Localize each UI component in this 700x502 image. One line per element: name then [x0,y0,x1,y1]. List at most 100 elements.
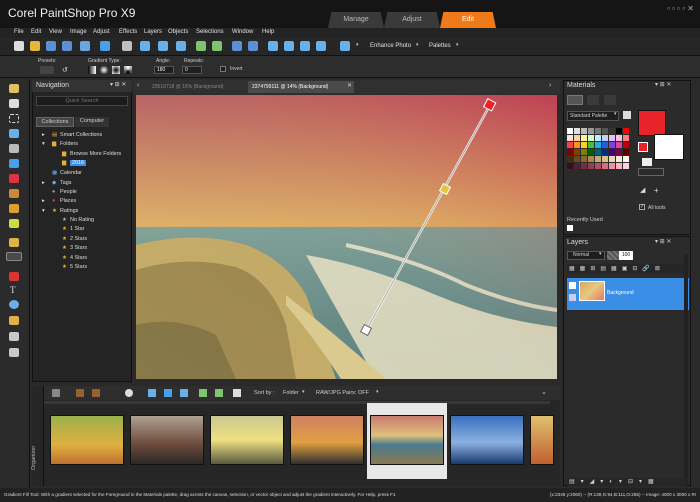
color-swatch[interactable] [616,163,622,169]
blend-dropdown-icon[interactable]: ▾ [599,251,602,257]
color-swatch[interactable] [567,128,573,134]
raw-jpg-pairs-toggle[interactable]: RAW/JPG Pairs: OFF [316,390,369,396]
crop-icon[interactable] [122,41,132,51]
color-swatch[interactable] [616,128,622,134]
resize-icon[interactable] [176,41,186,51]
menu-objects[interactable]: Objects [168,29,188,35]
tree-expander-icon[interactable]: ▸ [42,132,45,138]
color-swatch[interactable] [595,142,601,148]
invert-checkbox[interactable] [220,66,226,72]
color-swatch[interactable] [595,149,601,155]
organizer-share-icon[interactable] [164,389,172,397]
actual-size-icon[interactable] [316,41,326,51]
share-icon[interactable] [100,41,110,51]
copy-icon[interactable] [232,41,242,51]
thumbnail-4[interactable] [290,415,364,465]
crop-tool-icon[interactable] [9,144,19,153]
tree-smart-collections[interactable]: Smart Collections [60,132,102,138]
screenshot-icon[interactable] [340,41,350,51]
foreground-color-swatch[interactable] [638,110,666,136]
raw-pairs-dropdown-icon[interactable]: ▾ [376,389,379,395]
zoom-in-icon[interactable] [284,41,294,51]
color-swatch[interactable] [574,135,580,141]
color-swatch[interactable] [574,156,580,162]
tree-no-rating[interactable]: No Rating [70,217,94,223]
tree-places[interactable]: Places [60,198,76,204]
paint-brush-icon[interactable] [9,238,19,247]
color-swatch[interactable] [588,128,594,134]
rectangular-gradient-icon[interactable] [100,66,108,74]
menu-layers[interactable]: Layers [144,29,162,35]
color-swatch[interactable] [609,156,615,162]
opacity-input[interactable]: 100 [619,251,633,260]
palettes-dropdown-icon[interactable]: ▾ [456,42,459,48]
color-swatch[interactable] [623,163,629,169]
menu-adjust[interactable]: Adjust [93,29,110,35]
tree-ratings[interactable]: Ratings [60,208,78,214]
layers-toolbar-icons[interactable]: ▦▦⊞▤▦▣⊟🔗⊠ [569,265,665,272]
sort-by-dropdown[interactable]: Folder [283,390,299,396]
save-icon[interactable] [46,41,56,51]
tree-folder-2016[interactable]: 2016 [70,160,86,166]
tabs-right-arrow-icon[interactable]: › [549,82,551,89]
warp-brush-icon[interactable] [9,332,19,341]
organizer-brush2-icon[interactable] [92,389,100,397]
tab-computer[interactable]: Computer [75,117,109,127]
tree-1-star[interactable]: 1 Star [70,226,84,232]
color-swatch[interactable] [588,156,594,162]
color-swatch[interactable] [602,149,608,155]
tree-expander-icon[interactable]: ▾ [42,141,45,147]
organizer-brush-icon[interactable] [76,389,84,397]
open-folder-icon[interactable] [30,41,40,51]
flood-fill-tool-icon[interactable] [6,252,22,261]
frame-tab-icon[interactable] [567,95,583,105]
scratch-remover-icon[interactable] [9,219,19,228]
foreground-mini-swatch[interactable] [638,142,648,152]
color-swatch[interactable] [595,135,601,141]
tree-people[interactable]: People [60,189,77,195]
rotate-left-icon[interactable] [140,41,150,51]
color-swatch[interactable] [616,149,622,155]
color-swatch[interactable] [602,128,608,134]
color-swatch[interactable] [602,135,608,141]
color-swatch[interactable] [623,156,629,162]
layer-expand-icon[interactable] [569,294,576,301]
image-canvas[interactable] [136,95,557,379]
rainbow-tab-icon[interactable] [587,95,599,105]
color-swatch[interactable] [581,128,587,134]
clone-brush-icon[interactable] [9,204,19,213]
layers-scrollbar[interactable] [684,254,688,484]
organizer-rotate-left-icon[interactable] [199,389,207,397]
linear-gradient-icon[interactable] [88,66,96,74]
tree-tags[interactable]: Tags [60,180,71,186]
add-swatch-icon[interactable]: + [654,186,659,195]
organizer-scrollbar[interactable] [44,401,550,404]
layers-bottom-icons[interactable]: ▤▾◢▾◐▾⊟▾▦ [569,478,660,485]
color-swatch[interactable] [567,163,573,169]
paint-bucket-icon[interactable]: ◢ [640,186,645,194]
materials-style-bar[interactable] [638,168,664,176]
navigation-panel-controls[interactable]: ▾ ⊞ ✕ [110,81,126,88]
menu-image[interactable]: Image [70,29,87,35]
color-swatch[interactable] [609,149,615,155]
color-swatch[interactable] [602,156,608,162]
dropdown-arrow-icon[interactable]: ▾ [356,42,359,48]
menu-effects[interactable]: Effects [119,29,137,35]
red-eye-tool-icon[interactable] [9,174,19,183]
enhance-dropdown-icon[interactable]: ▾ [416,42,419,48]
organizer-rotate-right-icon[interactable] [215,389,223,397]
layer-name[interactable]: Background [607,290,634,296]
selection-tool-icon[interactable] [9,114,19,123]
materials-panel-controls[interactable]: ▾ ⊞ ✕ [655,81,671,88]
thumbnail-6[interactable] [450,415,524,465]
color-swatch[interactable] [567,156,573,162]
color-swatch[interactable] [581,149,587,155]
layer-visibility-icon[interactable] [569,282,576,289]
color-swatch[interactable] [574,128,580,134]
swatches-tab-icon[interactable] [604,95,616,105]
palette-dropdown-icon[interactable]: ▾ [614,111,617,117]
all-tools-checkbox[interactable]: ✓ [639,204,645,210]
palette-select[interactable]: Standard Palette [567,111,619,121]
preset-shape-icon[interactable] [9,300,19,309]
enhance-photo-menu[interactable]: Enhance Photo [370,43,411,49]
